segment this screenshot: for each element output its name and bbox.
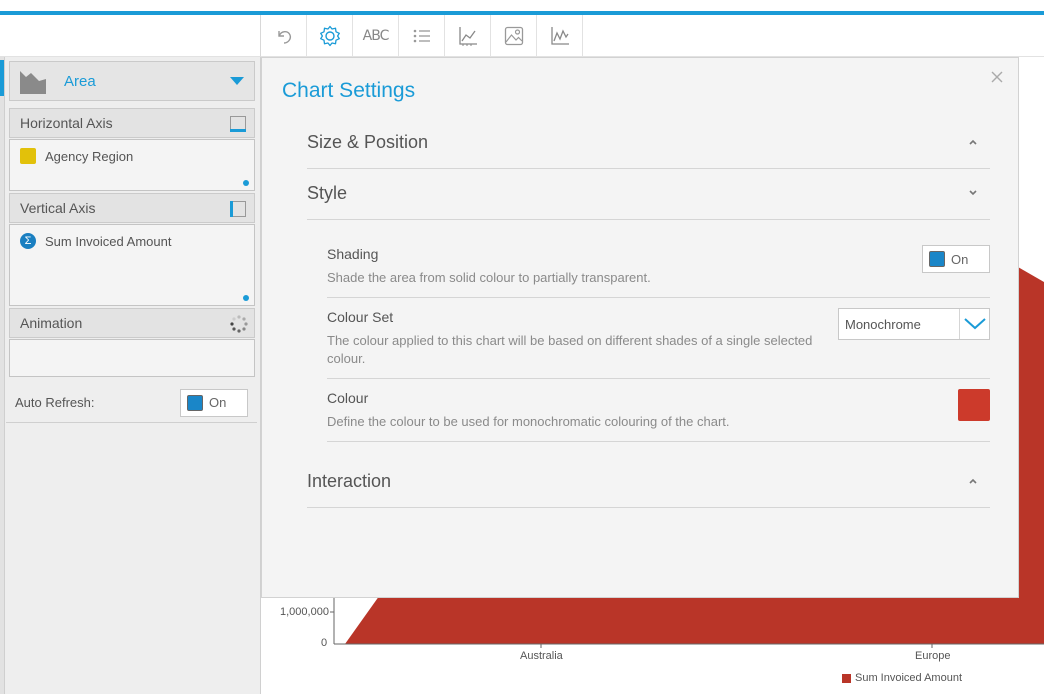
setting-name: Shading <box>327 246 379 262</box>
horizontal-axis-icon <box>230 116 246 132</box>
setting-name: Colour <box>327 390 369 406</box>
dialog-title: Chart Settings <box>282 79 416 102</box>
auto-refresh-toggle[interactable]: On <box>180 388 248 417</box>
legend-button[interactable] <box>399 15 445 57</box>
animation-header: Animation <box>9 308 255 338</box>
background-button[interactable] <box>491 15 537 57</box>
sigma-icon: Σ <box>20 233 36 249</box>
legend-label: Sum Invoiced Amount <box>855 672 963 684</box>
vertical-axis-title: Vertical Axis <box>20 200 96 216</box>
setting-name: Colour Set <box>327 309 394 325</box>
horizontal-axis-title: Horizontal Axis <box>20 115 113 131</box>
labels-button[interactable]: ABC <box>353 15 399 57</box>
undo-button[interactable] <box>261 15 307 57</box>
section-title: Interaction <box>307 471 392 491</box>
section-title: Size & Position <box>307 132 429 152</box>
axes-icon <box>458 27 477 46</box>
section-size-position[interactable]: Size & Position <box>307 118 990 169</box>
line-chart-icon <box>550 27 569 45</box>
horizontal-axis-field[interactable]: Agency Region <box>10 140 254 164</box>
vertical-axis-dropzone[interactable]: Σ Sum Invoiced Amount <box>9 224 255 306</box>
legend-swatch <box>842 673 851 683</box>
image-icon <box>504 26 523 46</box>
chevron-up-icon <box>969 478 977 484</box>
auto-refresh-label: Auto Refresh: <box>15 395 95 410</box>
setting-description: The colour applied to this chart will be… <box>327 333 813 366</box>
chevron-down-icon <box>230 77 244 85</box>
toggle-knob <box>929 251 945 267</box>
setting-description: Define the colour to be used for monochr… <box>327 414 730 429</box>
horizontal-axis-dropzone[interactable]: Agency Region <box>9 139 255 191</box>
chart-type-label: Area <box>64 72 96 90</box>
chart-legend[interactable]: Sum Invoiced Amount <box>842 672 962 684</box>
x-tick-label: Europe <box>915 650 951 662</box>
close-icon[interactable] <box>989 69 1005 85</box>
list-icon <box>413 29 430 43</box>
auto-refresh-state: On <box>209 395 227 410</box>
chevron-up-icon <box>969 139 977 145</box>
colour-set-select[interactable]: Monochrome <box>838 308 990 340</box>
shading-state: On <box>951 251 969 267</box>
series-button[interactable] <box>537 15 583 57</box>
chart-toolbar: ABC <box>260 15 1044 57</box>
colour-set-value: Monochrome <box>845 316 921 332</box>
gear-icon <box>319 25 340 47</box>
animation-title: Animation <box>20 315 83 331</box>
y-tick-label: 1,000,000 <box>280 606 329 618</box>
settings-button[interactable] <box>307 15 353 57</box>
abc-label: ABC <box>362 28 390 44</box>
undo-icon <box>277 30 291 44</box>
toggle-knob <box>187 394 203 411</box>
vertical-axis-field-label: Sum Invoiced Amount <box>45 233 172 249</box>
colour-picker-swatch[interactable] <box>958 389 990 421</box>
chevron-down-icon <box>959 309 989 339</box>
vertical-axis-icon <box>230 201 246 217</box>
animation-dropzone[interactable] <box>9 339 255 377</box>
chart-type-select[interactable]: Area <box>9 61 255 101</box>
axes-button[interactable] <box>445 15 491 57</box>
vertical-axis-header: Vertical Axis <box>9 193 255 223</box>
resize-handle[interactable] <box>243 295 249 301</box>
setting-description: Shade the area from solid colour to part… <box>327 270 651 285</box>
chevron-down-icon <box>969 190 977 196</box>
dimension-icon <box>20 148 36 164</box>
area-chart-icon <box>20 71 46 94</box>
chart-settings-dialog: Chart Settings Size & Position Style Sha… <box>261 57 1019 598</box>
setting-shading: Shading Shade the area from solid colour… <box>327 238 990 298</box>
setting-colour: Colour Define the colour to be used for … <box>327 379 990 442</box>
section-title: Style <box>307 183 348 203</box>
horizontal-axis-field-label: Agency Region <box>45 148 134 164</box>
spinner-icon <box>230 315 248 333</box>
section-style[interactable]: Style <box>307 169 990 220</box>
y-tick-label: 0 <box>321 637 328 649</box>
toolbar-left-spacer <box>0 15 261 57</box>
setting-colour-set: Colour Set The colour applied to this ch… <box>327 298 990 379</box>
x-tick-label: Australia <box>520 650 563 662</box>
vertical-axis-field[interactable]: Σ Sum Invoiced Amount <box>10 225 254 249</box>
resize-handle[interactable] <box>243 180 249 186</box>
auto-refresh-row: Auto Refresh: On <box>6 383 257 423</box>
chart-builder-sidebar: Area Horizontal Axis Agency Region Verti… <box>0 57 261 694</box>
horizontal-axis-header: Horizontal Axis <box>9 108 255 138</box>
section-interaction[interactable]: Interaction <box>307 457 990 508</box>
shading-toggle[interactable]: On <box>922 245 990 273</box>
sidebar-edge-accent <box>0 60 4 96</box>
sidebar-edge <box>0 57 5 694</box>
